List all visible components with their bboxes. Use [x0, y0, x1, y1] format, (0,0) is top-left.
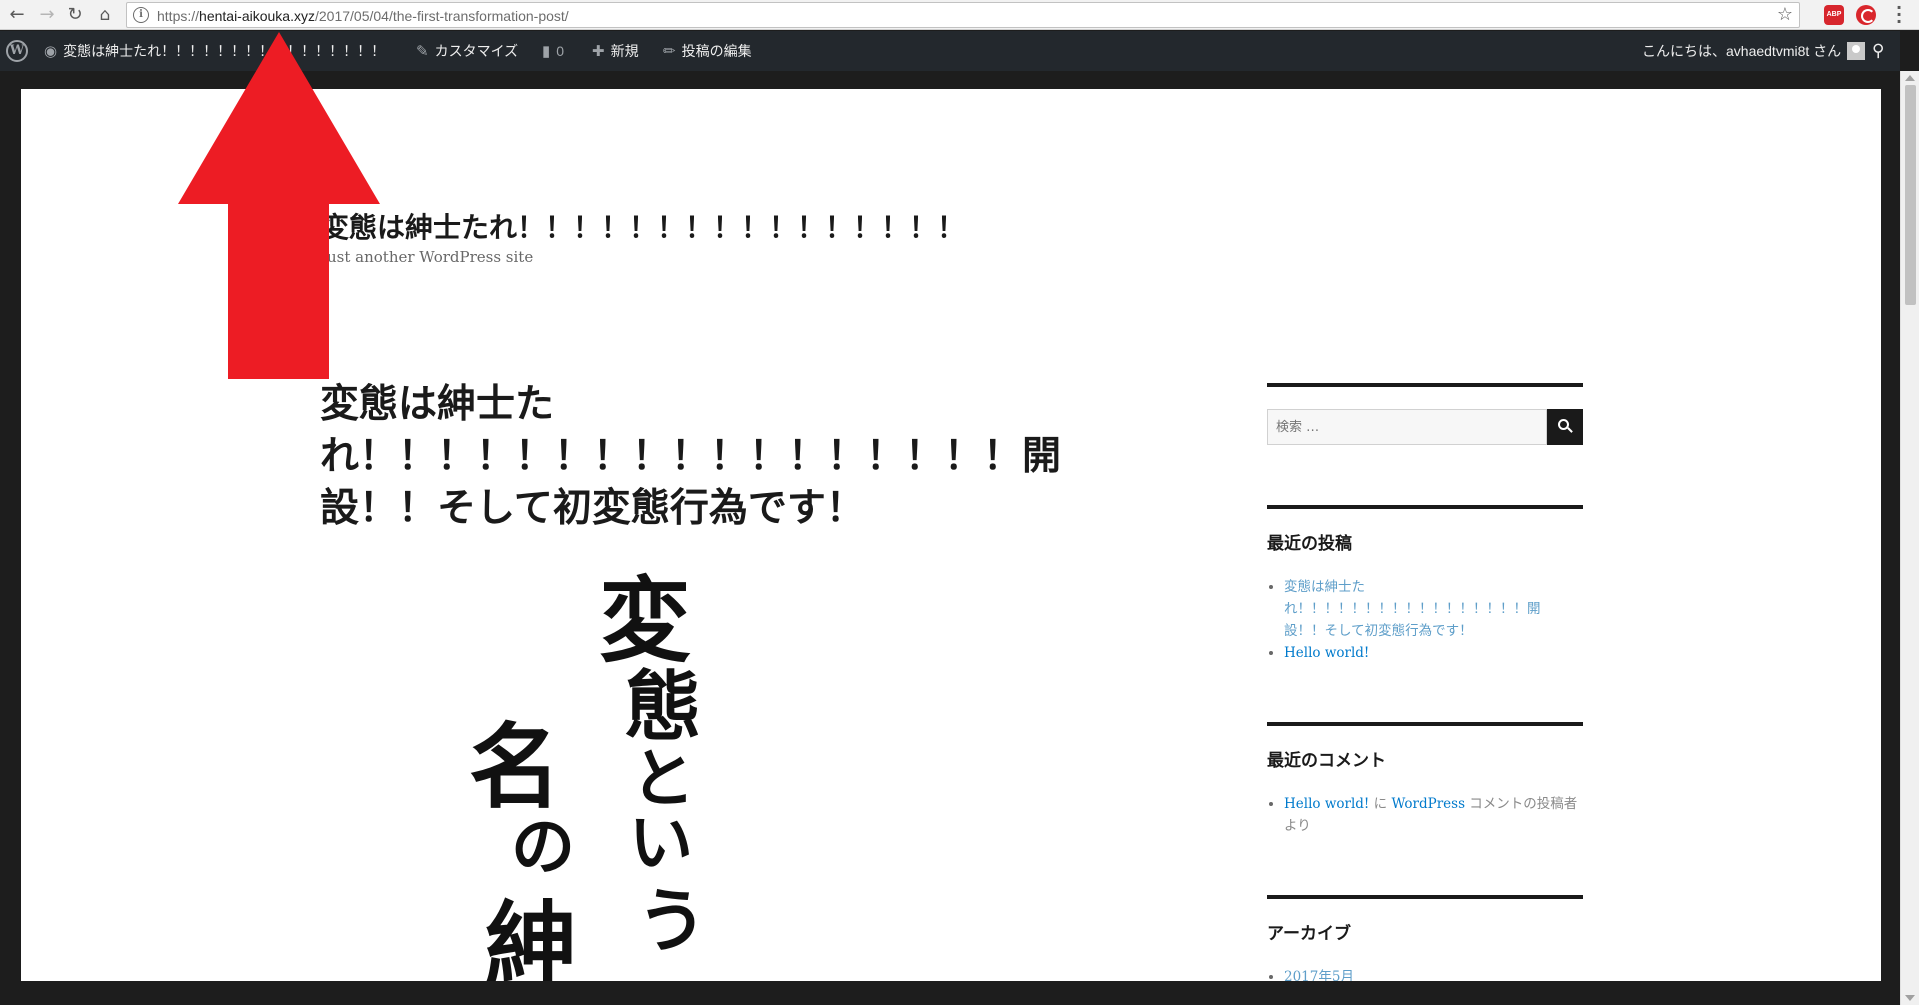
calligraphy-char: 紳: [485, 891, 577, 981]
recent-post-link[interactable]: 変態は紳士たれ！！！！！！！！！！！！！！！！！開設！！そして初変態行為です！: [1284, 579, 1541, 639]
dashboard-icon: ◉: [44, 43, 58, 60]
calligraphy-char: 態: [625, 662, 701, 751]
star-icon[interactable]: ☆: [1777, 4, 1793, 25]
search-input[interactable]: [1267, 409, 1547, 445]
menu-icon[interactable]: · · ·: [1896, 0, 1902, 30]
browser-toolbar: ← → ↻ ⌂ i https://hentai-aikouka.xyz/201…: [0, 0, 1919, 30]
forward-icon[interactable]: →: [36, 4, 58, 26]
adminbar-search-icon[interactable]: ⚲: [1872, 31, 1884, 71]
widget-title: 最近の投稿: [1267, 534, 1352, 554]
site-title[interactable]: 変態は紳士たれ！！！！！！！！！！！！！！！！: [321, 206, 965, 246]
adminbar-edit-post[interactable]: ✏ 投稿の編集: [663, 31, 752, 71]
avatar: [1847, 42, 1866, 61]
calligraphy-char: う: [637, 879, 707, 962]
post-title: 変態は紳士たれ！！！！！！！！！！！！！！！！！開設！！そして初変態行為です！: [320, 382, 1062, 531]
recent-comments-widget: 最近のコメント Hello world! に WordPress コメントの投稿…: [1267, 722, 1583, 837]
list-item: 2017年5月: [1284, 966, 1583, 981]
list-item: 変態は紳士たれ！！！！！！！！！！！！！！！！！開設！！そして初変態行為です！: [1284, 576, 1554, 642]
scrollbar-thumb[interactable]: [1905, 85, 1916, 305]
plus-icon: ✚: [592, 43, 605, 60]
back-icon[interactable]: ←: [6, 4, 28, 26]
calligraphy-char: い: [629, 806, 693, 881]
recent-post-link[interactable]: Hello world!: [1284, 645, 1369, 661]
search-widget: [1267, 383, 1583, 445]
recent-posts-widget: 最近の投稿 変態は紳士たれ！！！！！！！！！！！！！！！！！開設！！そして初変態…: [1267, 505, 1583, 664]
reload-icon[interactable]: ↻: [64, 4, 86, 26]
list-item: Hello world!: [1284, 642, 1583, 664]
info-icon[interactable]: i: [133, 7, 149, 23]
adblock-plus-icon[interactable]: ABP: [1824, 5, 1844, 25]
calligraphy-char: 名: [469, 713, 561, 821]
comment-post-link[interactable]: Hello world!: [1284, 796, 1369, 812]
extension-icon[interactable]: [1856, 5, 1876, 25]
comment-author-link[interactable]: WordPress: [1391, 796, 1465, 812]
adminbar-account[interactable]: こんにちは、avhaedtvmi8t さん: [1642, 31, 1866, 71]
url-text[interactable]: https://hentai-aikouka.xyz/2017/05/04/th…: [157, 8, 569, 24]
adminbar-new[interactable]: ✚ 新規: [592, 31, 639, 71]
arrow-shape: [178, 32, 380, 379]
archive-link[interactable]: 2017年5月: [1284, 969, 1354, 981]
search-button[interactable]: [1547, 409, 1583, 445]
pencil-icon: ✏: [663, 43, 676, 60]
archives-widget: アーカイブ 2017年5月: [1267, 895, 1583, 981]
red-arrow-annotation: [178, 32, 380, 379]
list-item: Hello world! に WordPress コメントの投稿者 より: [1284, 793, 1583, 837]
address-bar[interactable]: i https://hentai-aikouka.xyz/2017/05/04/…: [126, 2, 1800, 28]
brush-icon: ✎: [416, 43, 429, 60]
adminbar-customize[interactable]: ✎ カスタマイズ: [416, 31, 518, 71]
wordpress-logo-icon[interactable]: W: [6, 40, 28, 62]
post-calligraphy-image: 変 態 と い う 名 の 紳: [469, 569, 707, 981]
widget-title: アーカイブ: [1267, 924, 1351, 944]
calligraphy-char: の: [511, 810, 575, 885]
home-icon[interactable]: ⌂: [94, 4, 116, 26]
adminbar-comments[interactable]: ▮ 0: [542, 31, 564, 71]
comment-icon: ▮: [542, 43, 551, 60]
widget-title: 最近のコメント: [1267, 751, 1386, 771]
calligraphy-char: 変: [599, 569, 691, 675]
page-scrollbar[interactable]: [1900, 71, 1919, 1005]
